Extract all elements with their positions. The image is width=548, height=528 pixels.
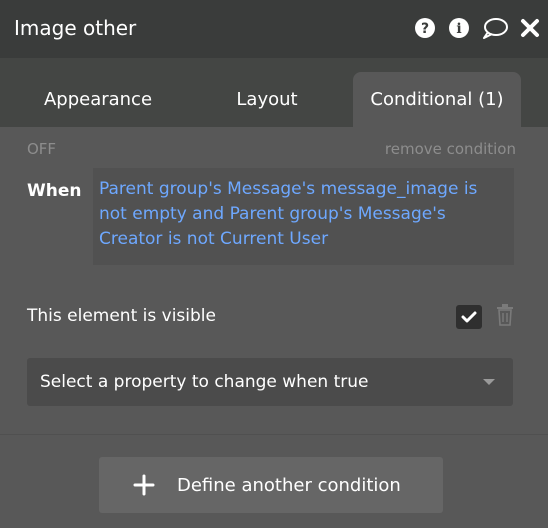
question-circle-icon[interactable]: ? xyxy=(414,17,436,39)
plus-icon xyxy=(133,474,155,496)
header-icons: ? i xyxy=(414,17,540,39)
tab-layout[interactable]: Layout xyxy=(200,72,334,128)
checkmark-icon xyxy=(461,311,477,323)
visibility-checkbox[interactable] xyxy=(456,305,482,329)
condition-status[interactable]: OFF xyxy=(27,140,56,158)
close-icon[interactable] xyxy=(520,18,540,38)
panel-header: Image other ? i xyxy=(0,0,548,58)
info-circle-icon[interactable]: i xyxy=(448,17,470,39)
tab-appearance[interactable]: Appearance xyxy=(14,72,182,128)
property-select-placeholder: Select a property to change when true xyxy=(40,372,369,392)
svg-text:?: ? xyxy=(421,21,429,37)
svg-text:i: i xyxy=(456,21,461,37)
trash-icon[interactable] xyxy=(496,304,514,330)
tab-conditional[interactable]: Conditional (1) xyxy=(353,72,521,128)
define-button-label: Define another condition xyxy=(177,474,401,496)
comment-icon[interactable] xyxy=(482,17,508,39)
divider xyxy=(0,434,548,435)
condition-expression[interactable]: Parent group's Message's message_image i… xyxy=(93,168,514,265)
remove-condition-link[interactable]: remove condition xyxy=(385,140,516,158)
when-label: When xyxy=(27,181,82,201)
visibility-label: This element is visible xyxy=(27,306,216,326)
property-select[interactable]: Select a property to change when true xyxy=(27,358,513,406)
chevron-down-icon xyxy=(483,379,495,385)
panel-title: Image other xyxy=(14,16,137,40)
define-another-condition-button[interactable]: Define another condition xyxy=(99,457,443,513)
tab-bar: Appearance Layout Conditional (1) xyxy=(0,58,548,128)
